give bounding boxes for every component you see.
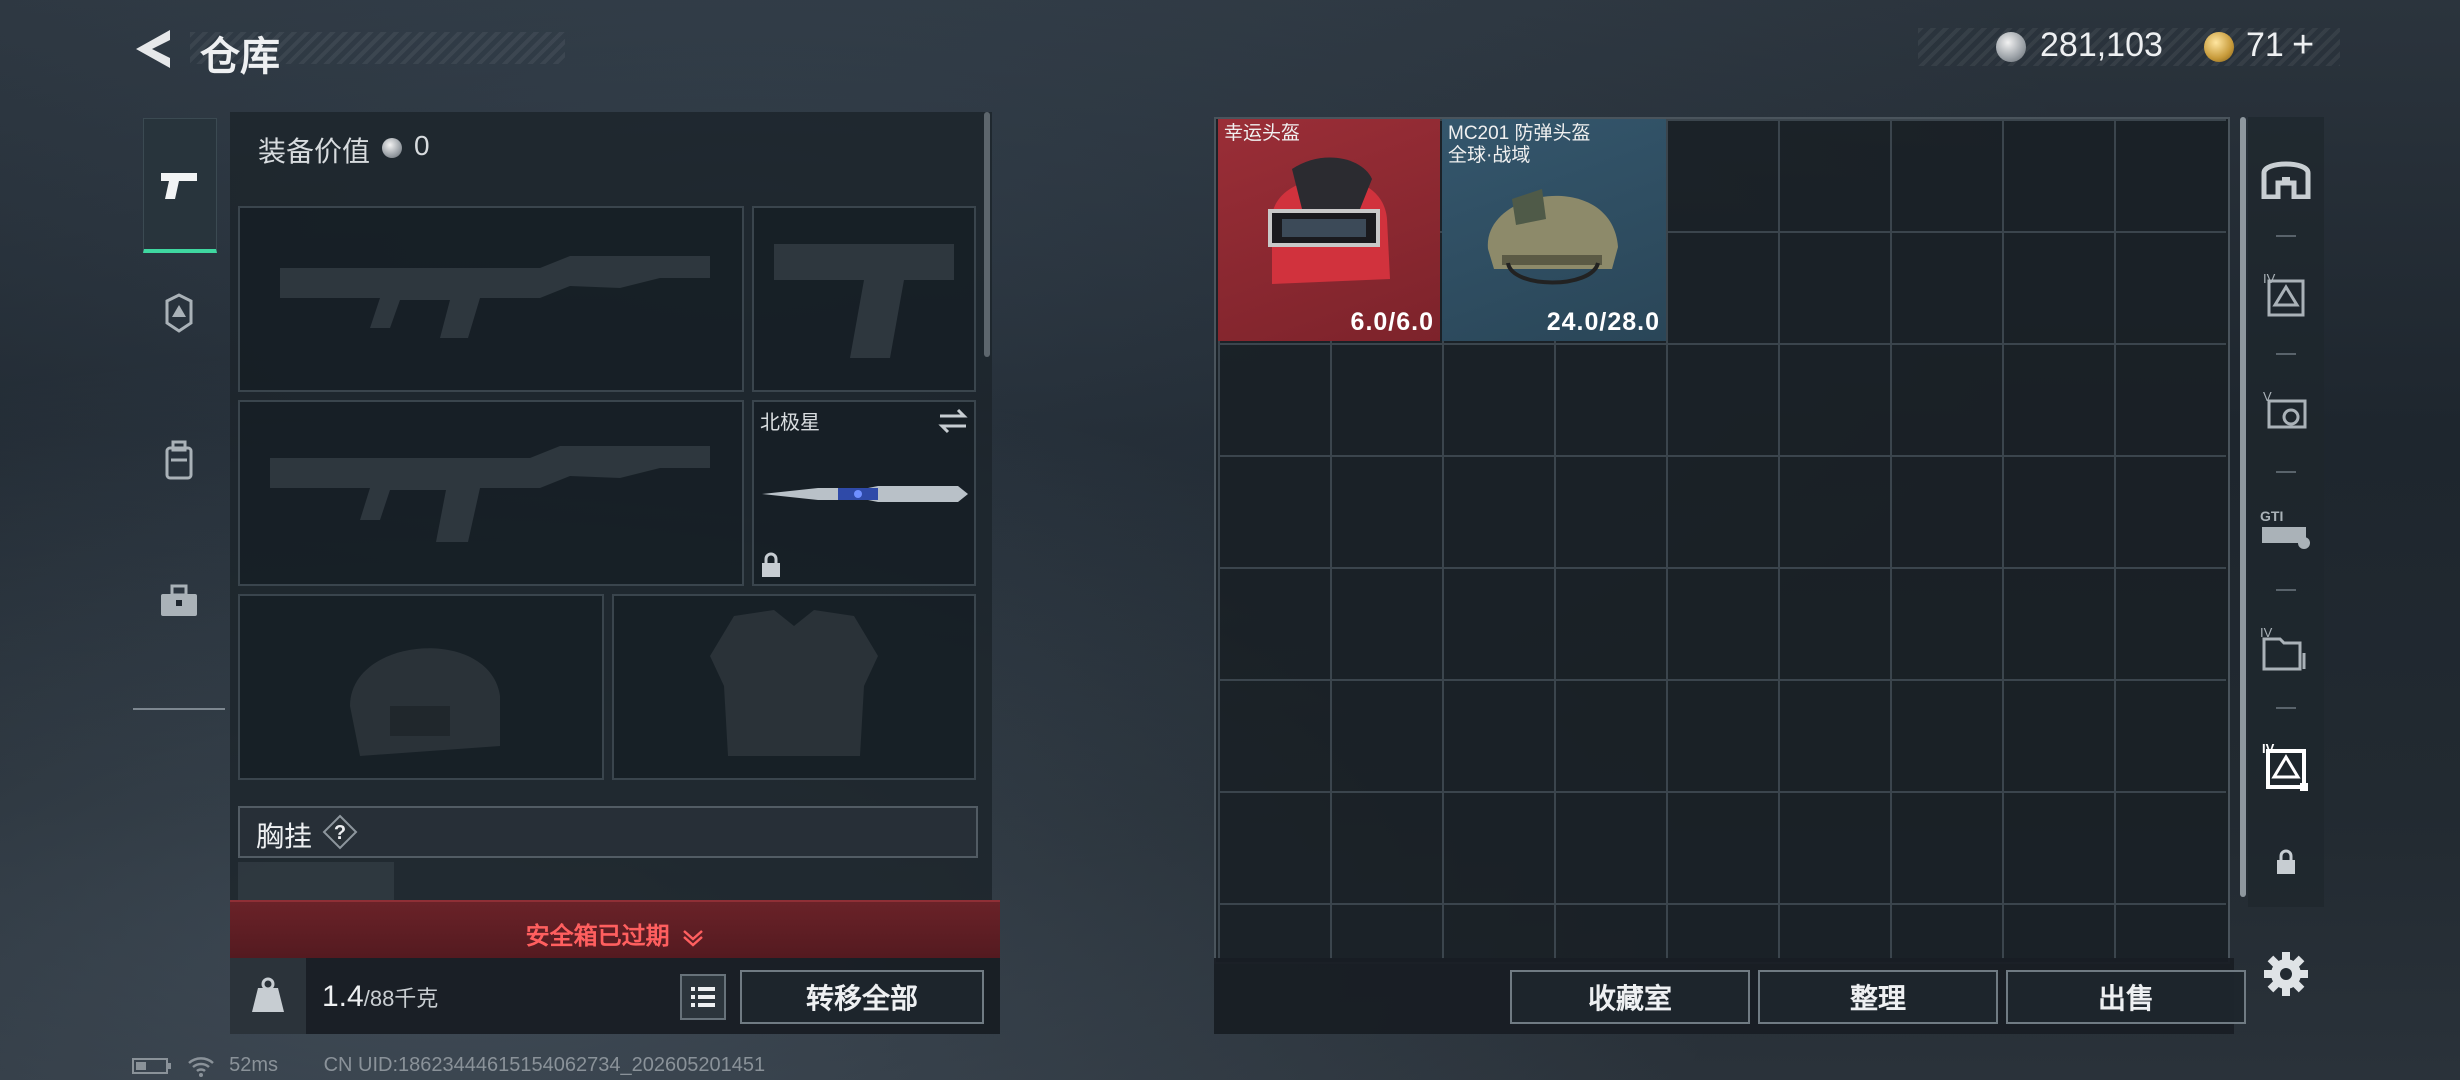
helmet-slot[interactable] <box>238 594 604 780</box>
storage-scrollbar[interactable] <box>2240 117 2246 897</box>
lock-icon <box>2277 849 2295 874</box>
filter-backpack[interactable]: IV <box>2248 589 2324 707</box>
gti-filter-icon: GTI <box>2260 508 2310 549</box>
back-arrow-icon[interactable] <box>130 26 182 72</box>
lock-icon <box>762 552 780 577</box>
weight-max: /88千克 <box>363 986 439 1011</box>
page-title: 仓库 <box>200 35 280 79</box>
melee-slot[interactable]: 北极星 <box>752 400 976 586</box>
red-helmet-icon <box>1268 157 1390 284</box>
helmet-silhouette-icon <box>350 648 500 756</box>
item-durability: 6.0/6.0 <box>1350 308 1434 336</box>
pistol-icon <box>161 173 197 199</box>
rifle-silhouette-icon <box>280 256 710 338</box>
helmet-armor-icon <box>165 293 193 333</box>
help-symbol: ? <box>334 822 346 844</box>
weight-icon <box>252 977 284 1012</box>
ping-label: 52ms <box>229 1054 279 1076</box>
filter-all[interactable] <box>2248 117 2324 235</box>
tabs-divider <box>133 708 225 710</box>
filter-gti[interactable]: GTI <box>2248 471 2324 589</box>
swap-arrows-icon[interactable] <box>938 408 968 434</box>
backpack-icon <box>165 440 193 480</box>
armor-slot[interactable] <box>612 594 976 780</box>
safe-box-expired-label: 安全箱已过期 <box>230 916 1000 951</box>
item-durability: 24.0/28.0 <box>1546 308 1660 336</box>
category-tabs <box>133 108 225 712</box>
transfer-all-button[interactable]: 转移全部 <box>740 970 984 1024</box>
uid-label: CN UID:1862344461515406273‌4_20260520145… <box>323 1054 766 1076</box>
tab-backpack[interactable] <box>143 396 215 526</box>
tab-weapons[interactable] <box>143 118 217 253</box>
equipment-scrollbar[interactable] <box>984 112 990 357</box>
storage-item-mc201-helmet[interactable]: MC201 防弹头盔 全球·战域 24.0/28.0 <box>1442 119 1666 341</box>
status-bar: 52ms CN UID:1862344461515406273‌4_202605… <box>132 1054 765 1077</box>
tab-armor[interactable] <box>143 248 215 378</box>
chest-slot-preview <box>238 862 394 900</box>
chest-rig-label: 胸挂 <box>256 821 313 852</box>
secondary-weapon-slot[interactable] <box>238 400 744 586</box>
primary-weapon-slot[interactable] <box>238 206 744 392</box>
silver-coin-icon <box>1996 32 2026 62</box>
battery-icon <box>132 1057 171 1074</box>
silver-amount: 281,103 <box>2040 26 2163 64</box>
rifle-silhouette-icon <box>270 446 710 542</box>
wifi-icon <box>187 1056 214 1077</box>
gold-amount: 71 <box>2246 26 2284 64</box>
pistol-slot[interactable] <box>752 206 976 392</box>
filter-armor[interactable]: V <box>2248 353 2324 471</box>
melee-name: 北极星 <box>760 412 820 434</box>
tab-toolbox[interactable] <box>143 536 215 666</box>
settings-gear-icon[interactable] <box>2262 950 2310 998</box>
safe-box-expired-bar[interactable]: 安全箱已过期 <box>230 900 1000 958</box>
weight-box <box>230 958 306 1034</box>
armor-silhouette-icon <box>710 610 878 756</box>
all-items-icon <box>2261 161 2311 199</box>
item-name: 幸运头盔 <box>1224 123 1301 144</box>
gold-coin-icon <box>2204 32 2234 62</box>
helmet-filter-icon: IV <box>2263 271 2305 317</box>
storage-filter-bar: IV V GTI IV IV <box>2248 117 2324 907</box>
weight-readout: 1.4/88千克 <box>322 980 438 1014</box>
helmet-filter-active-icon: IV <box>2262 741 2308 791</box>
collection-room-button[interactable]: 收藏室 <box>1510 970 1750 1024</box>
list-view-button[interactable] <box>680 974 726 1020</box>
tactical-helmet-icon <box>1487 189 1618 285</box>
armor-filter-icon: V <box>2263 389 2307 429</box>
silver-coin-icon <box>382 138 402 158</box>
equipment-value-amount: 0 <box>414 130 430 161</box>
pistol-silhouette-icon <box>774 244 954 358</box>
backpack-filter-icon: IV <box>2260 625 2306 671</box>
help-icon[interactable]: ? <box>322 814 358 850</box>
sell-button[interactable]: 出售 <box>2006 970 2246 1024</box>
svg-text:GTI: GTI <box>2260 508 2283 524</box>
weight-current: 1.4 <box>322 980 364 1013</box>
toolbox-icon <box>161 584 197 616</box>
sort-button[interactable]: 整理 <box>1758 970 1998 1024</box>
equipment-value-label: 装备价值 <box>258 136 371 167</box>
knife-icon <box>762 486 968 502</box>
filter-helmet[interactable]: IV <box>2248 235 2324 353</box>
storage-item-lucky-helmet[interactable]: 幸运头盔 6.0/6.0 <box>1218 119 1440 341</box>
add-gold-button[interactable]: + <box>2292 24 2314 67</box>
list-icon <box>691 987 715 1007</box>
filter-locked[interactable] <box>2248 803 2324 921</box>
chevron-down-icon <box>683 929 704 947</box>
